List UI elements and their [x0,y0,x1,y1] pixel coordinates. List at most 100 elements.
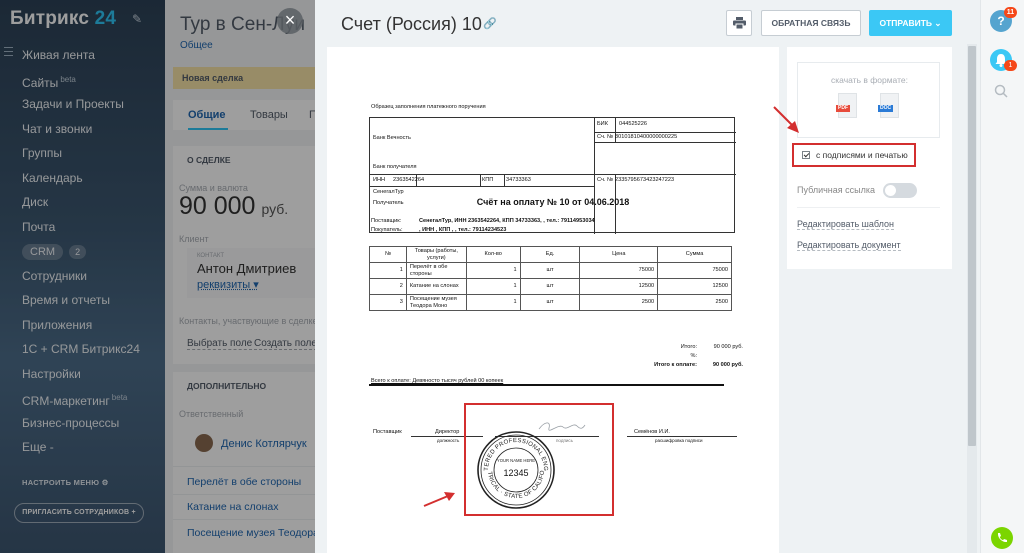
nav-item-bizproc[interactable]: Бизнес-процессы [22,411,140,436]
svg-text:12345: 12345 [503,468,528,478]
edit-template-link[interactable]: Редактировать шаблон [797,219,894,230]
nav-item-mail[interactable]: Почта [22,215,140,240]
notifications-button[interactable]: 1 [990,49,1017,71]
client-block: КОНТАКТ Антон Дмитриев реквизиты ▾ [187,248,315,298]
signer-name: Семёнов И.И. [634,429,670,435]
print-button[interactable] [726,10,752,36]
bik-value: 044525226 [619,121,647,127]
requisites-link[interactable]: реквизиты ▾ [197,278,259,291]
deal-tabs: Общие Товары П [173,100,315,130]
link-icon[interactable]: 🔗 [483,17,497,30]
sample-note: Образец заполнения платежного поручения [371,104,486,110]
configure-menu-button[interactable]: НАСТРОИТЬ МЕНЮ ⚙ [22,478,109,487]
send-button[interactable]: ОТПРАВИТЬ ⌄ [869,10,952,36]
additional-card: ДОПОЛНИТЕЛЬНО [173,372,315,553]
avatar [195,434,213,452]
invite-employees-button[interactable]: ПРИГЛАСИТЬ СОТРУДНИКОВ + [14,503,144,523]
help-button[interactable]: ? 11 [990,7,1017,32]
product-item[interactable]: Посещение музея Теодора Моно [187,527,315,539]
responsible-name[interactable]: Денис Котлярчук [221,438,307,450]
right-toolbar: ? 11 1 [980,0,1024,553]
menu-toggle-icon[interactable] [4,47,13,59]
divider [173,466,315,467]
nav-item-chat[interactable]: Чат и звонки [22,117,140,142]
additional-heading: ДОПОЛНИТЕЛЬНО [187,381,267,391]
nav-item-time[interactable]: Время и отчеты [22,288,140,313]
phone-icon [997,533,1007,543]
nav-item-tasks[interactable]: Задачи и Проекты [22,92,140,117]
client-name[interactable]: Антон Дмитриев [197,261,296,276]
company-name: СенегалТур [373,189,404,195]
nav-item-more[interactable]: Еще - [22,435,140,460]
invoice-title: Счет (Россия) 10 [341,14,482,34]
table-header-row: № Товары (работы, услуги) Кол-во Ед. Цен… [369,246,732,263]
deal-amount: 90 000 руб. [179,192,289,220]
signatures-checkbox[interactable] [802,151,810,159]
inn-value: 2363542264 [393,177,425,183]
account-value: 2335795673423247223 [615,177,675,183]
signatures-label[interactable]: с подписями и печатью [816,150,908,160]
about-deal-heading: О СДЕЛКЕ [187,155,231,165]
nav-item-crm[interactable]: CRM 2 [22,239,140,264]
nav-item-sites[interactable]: Сайты beta [22,68,140,93]
logo[interactable]: Битрикс 24 [10,8,116,30]
corr-account: 30101810400000000225 [615,134,678,140]
left-sidebar: Битрикс 24 ✎ Живая лента Сайты beta Задач… [0,0,165,553]
chevron-down-icon: ⌄ [934,18,942,28]
nav-item-apps[interactable]: Приложения [22,313,140,338]
close-slider-button[interactable]: × [277,8,303,34]
tab-products[interactable]: Товары [250,109,288,121]
edit-logo-icon[interactable]: ✎ [132,12,142,26]
total-to-pay: 90 000 руб. [712,362,743,368]
scrollbar-thumb[interactable] [968,46,976,446]
deal-category-link[interactable]: Общее [180,40,213,51]
buyer-value: , ИНН , КПП , , тел.: 79114234523 [419,227,507,233]
public-link-label: Публичная ссылка [797,185,875,195]
signature-option-highlight: с подписями и печатью [792,143,916,167]
company-stamp: REGISTERED PROFESSIONAL ENGINEER ELECTRI… [476,430,555,509]
settings-icon: ⚙ [101,478,109,487]
bank-details-table: Банк Вечность Банк получателя БИК 044525… [369,117,736,234]
divider [173,519,315,520]
contacts-note: Контакты, участвующие в сделке [179,316,315,326]
nav-item-1c[interactable]: 1С + CRM Битрикс24 [22,337,140,362]
nav-item-settings[interactable]: Настройки [22,362,140,387]
divider [173,494,315,495]
doc-download-icon[interactable]: DOC [878,93,899,118]
invoice-document: Образец заполнения платежного поручения … [327,47,779,553]
kpp-value: 34733363 [506,177,531,183]
bank-name: Банк Вечность [373,135,411,141]
search-icon[interactable] [994,84,1008,98]
main-nav: Живая лента Сайты beta Задачи и Проекты Ч… [22,43,140,460]
nav-item-groups[interactable]: Группы [22,141,140,166]
items-table: № Товары (работы, услуги) Кол-во Ед. Цен… [369,246,732,311]
table-row: 1 Перелёт в обе стороны 1 шт 75000 75000 [369,262,732,279]
svg-text:YOUR NAME HERE: YOUR NAME HERE [497,458,535,463]
select-field-link[interactable]: Выбрать поле [187,338,253,350]
public-link-toggle[interactable] [883,183,917,198]
nav-item-disk[interactable]: Диск [22,190,140,215]
phone-button[interactable] [991,527,1013,549]
scrollbar[interactable] [967,44,977,553]
notifications-badge: 1 [1004,60,1017,71]
download-caption: скачать в формате: [831,75,908,85]
nav-item-feed[interactable]: Живая лента [22,43,140,68]
edit-document-link[interactable]: Редактировать документ [797,240,901,251]
product-item[interactable]: Перелёт в обе стороны [187,476,301,488]
deal-page: Тур в Сен-Луи Общее Новая сделка Общие Т… [165,0,315,553]
document-options-panel: скачать в формате: PDF DOC с подписями и… [787,47,952,269]
table-row: 2 Катание на слонах 1 шт 12500 12500 [369,278,732,295]
invoice-slider: Счет (Россия) 10 🔗 ОБРАТНАЯ СВЯЗЬ ОТПРАВ… [315,0,980,553]
divider [797,207,940,208]
nav-item-employees[interactable]: Сотрудники [22,264,140,289]
contact-caption: КОНТАКТ [197,253,225,259]
nav-item-crm-marketing[interactable]: CRM-маркетинг beta [22,386,140,411]
feedback-button[interactable]: ОБРАТНАЯ СВЯЗЬ [761,10,861,36]
deal-stage-bar[interactable]: Новая сделка [173,67,315,89]
nav-item-calendar[interactable]: Календарь [22,166,140,191]
pdf-download-icon[interactable]: PDF [836,93,857,118]
tab-general[interactable]: Общие [188,109,226,121]
create-field-link[interactable]: Создать поле [254,338,315,350]
red-arrow-icon [423,492,455,507]
product-item[interactable]: Катание на слонах [187,501,278,513]
